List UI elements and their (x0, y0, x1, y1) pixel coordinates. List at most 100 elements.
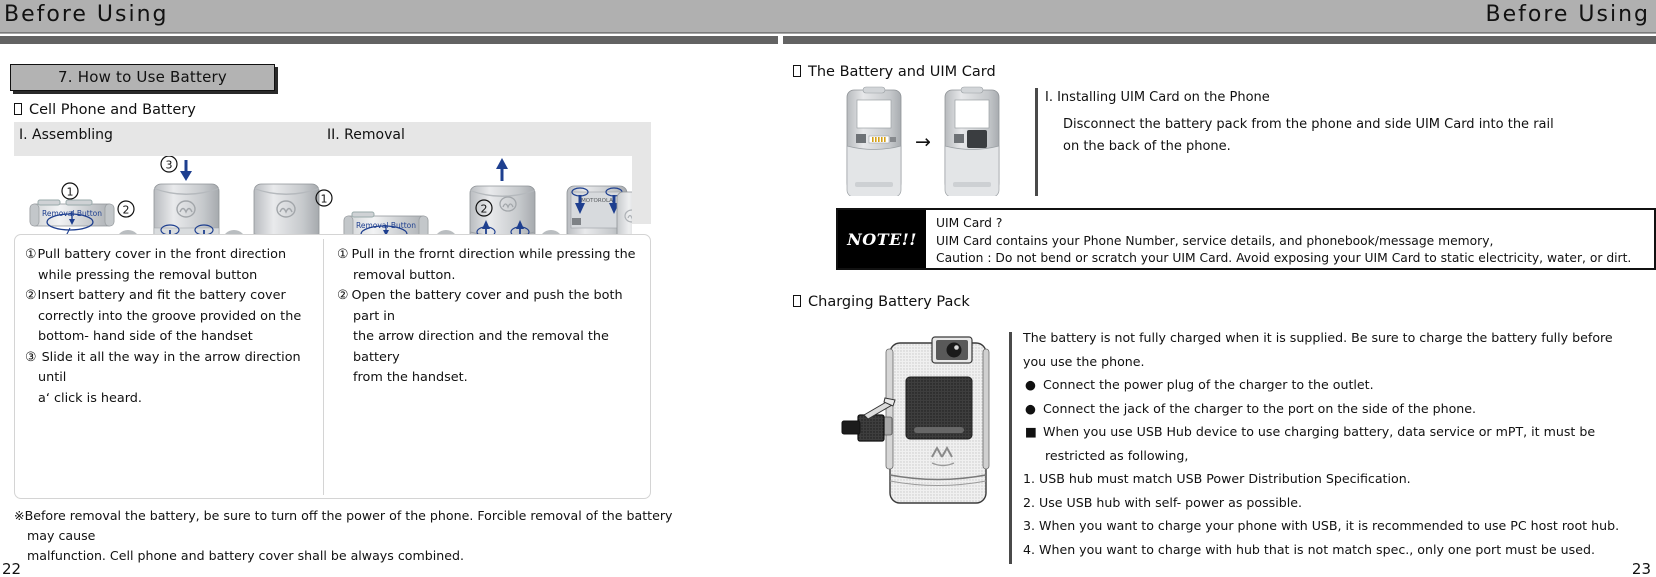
instructions-box: ①Pull battery cover in the front directi… (14, 234, 651, 499)
assembling-step: ①Pull battery cover in the front directi… (25, 245, 317, 286)
manual-page-spread: Before Using Before Using 7. How to Use … (0, 0, 1656, 577)
step-line: removal button. (353, 267, 456, 283)
callout-1-assembling: 1 (61, 182, 79, 200)
callout-2-assembling: 2 (117, 200, 135, 218)
note-body: UIM Card ? UIM Card contains your Phone … (926, 210, 1654, 268)
removal-step: ① Pull in the frornt direction while pres… (337, 245, 637, 286)
charging-bullet: ● Connect the jack of the charger to the … (1023, 397, 1648, 421)
step-line: correctly into the groove provided on th… (38, 308, 302, 324)
charging-numbered-item: 2. Use USB hub with self- power as possi… (1023, 494, 1302, 510)
right-page: The Battery and UIM Card → I. Installing… (783, 44, 1656, 577)
charging-text-rule (1009, 332, 1012, 564)
section-heading-text: Charging Battery Pack (808, 294, 970, 310)
uim-install-diagram: → (846, 86, 1000, 198)
assembling-steps-column: ①Pull battery cover in the front directi… (25, 245, 317, 409)
footnote: ※Before removal the battery, be sure to … (14, 506, 674, 566)
step-number: ① (25, 247, 37, 262)
header-rule-dark-left (0, 36, 778, 44)
svg-text:1: 1 (321, 193, 328, 206)
uim-body-line: Disconnect the battery pack from the pho… (1063, 117, 1554, 132)
note-line: UIM Card ? (936, 216, 1003, 230)
figure-label-assembling: I. Assembling (19, 127, 113, 143)
step-line: a‘ click is heard. (38, 390, 142, 406)
header-band (0, 0, 1656, 32)
step-line: the arrow direction and the removal the … (353, 329, 609, 365)
step-line: Slide it all the way in the arrow direct… (38, 349, 301, 386)
phone-with-uim (944, 86, 1000, 198)
header-rule-dark-right (783, 36, 1656, 44)
removal-steps-column: ① Pull in the frornt direction while pres… (337, 245, 637, 389)
callout-3-assembling: 3 (160, 156, 192, 181)
bullet-square-icon: ■ (1025, 424, 1037, 439)
charging-numbered-item: 4. When you want to charge with hub that… (1023, 541, 1595, 557)
charging-text-block: The battery is not fully charged when it… (1023, 326, 1648, 561)
figure-label-removal: II. Removal (327, 127, 405, 143)
uim-body-line: on the back of the phone. (1063, 139, 1231, 154)
transition-arrow-icon: → (915, 131, 931, 153)
step-number: ③ (25, 349, 37, 365)
bullet-box-icon (14, 103, 22, 115)
charging-numbered-item: 3. When you want to charge your phone wi… (1023, 518, 1620, 533)
header-title-left: Before Using (4, 2, 169, 27)
charging-phone-figure (828, 329, 1018, 569)
step-number: ② (25, 288, 37, 303)
charging-intro-line: you use the phone. (1023, 353, 1145, 369)
uim-body: Disconnect the battery pack from the pho… (1045, 114, 1645, 158)
uim-heading: I. Installing UIM Card on the Phone (1045, 90, 1270, 105)
charging-bullet-text: Connect the power plug of the charger to… (1043, 377, 1374, 392)
step-line: from the handset. (353, 370, 468, 385)
bullet-circle-icon: ● (1025, 400, 1036, 416)
section-heading-text: Cell Phone and Battery (29, 102, 196, 118)
step-line: bottom- hand side of the handset (38, 329, 253, 344)
left-page: 7. How to Use Battery Cell Phone and Bat… (0, 44, 780, 577)
phone-without-uim (846, 86, 902, 198)
svg-text:1: 1 (67, 186, 74, 199)
column-divider (323, 239, 324, 495)
step-line: Insert battery and fit the battery cover (37, 288, 286, 303)
step-number: ① (337, 247, 349, 262)
note-line: UIM Card contains your Phone Number, ser… (936, 233, 1494, 248)
assembling-step: ③ Slide it all the way in the arrow dire… (25, 348, 317, 410)
chapter-title-text: 7. How to Use Battery (58, 68, 227, 86)
charging-bullet: ● Connect the power plug of the charger t… (1023, 373, 1648, 397)
step-line: Pull battery cover in the front directio… (37, 247, 287, 262)
footnote-mark: ※ (14, 508, 25, 523)
section-heading-battery-and-uim-card: The Battery and UIM Card (793, 64, 996, 80)
step-line: Open the battery cover and push the both… (351, 288, 623, 324)
bullet-box-icon (793, 295, 801, 307)
removal-step: ② Open the battery cover and push the bot… (337, 286, 637, 389)
section-heading-cell-phone-and-battery: Cell Phone and Battery (14, 102, 196, 118)
charging-bullet-text: When you use USB Hub device to use charg… (1043, 424, 1596, 439)
step-number: ② (337, 288, 349, 303)
note-line: Caution : Do not bend or scratch your UI… (936, 251, 1632, 265)
uim-card-figures: → (843, 86, 1003, 198)
page-number-left: 22 (2, 560, 22, 577)
razr-phone-back (879, 336, 990, 504)
note-box: NOTE!! UIM Card ? UIM Card contains your… (836, 208, 1656, 270)
uim-text-block: I. Installing UIM Card on the Phone Disc… (1045, 88, 1645, 158)
charging-bullet: ■ When you use USB Hub device to use char… (1023, 420, 1648, 444)
charging-numbered-item: 1. USB hub must match USB Power Distribu… (1023, 471, 1411, 486)
step-line: while pressing the removal button (38, 267, 258, 283)
charging-illustration (841, 336, 990, 504)
section-heading-charging-battery-pack: Charging Battery Pack (793, 294, 970, 310)
step-line: Pull in the frornt direction while press… (351, 247, 636, 262)
page-number-right: 23 (1631, 560, 1651, 577)
charging-intro-line: The battery is not fully charged when it… (1023, 330, 1613, 345)
note-badge: NOTE!! (838, 210, 926, 268)
charging-bullet-text: Connect the jack of the charger to the p… (1043, 400, 1477, 416)
bullet-circle-icon: ● (1025, 377, 1036, 392)
footnote-line: malfunction. Cell phone and battery cove… (27, 548, 464, 563)
uim-text-rule (1035, 88, 1038, 196)
svg-text:2: 2 (123, 204, 130, 217)
chapter-title-box: 7. How to Use Battery (10, 64, 275, 91)
footnote-line: Before removal the battery, be sure to t… (24, 508, 673, 543)
svg-text:MOTOROLA: MOTOROLA (581, 198, 613, 204)
assembling-step: ②Insert battery and fit the battery cove… (25, 286, 317, 348)
svg-text:2: 2 (481, 203, 488, 216)
svg-text:3: 3 (166, 159, 173, 172)
phone-closed-top: Removal Button (29, 199, 115, 231)
section-heading-text: The Battery and UIM Card (808, 64, 996, 80)
header-rule-light (0, 32, 1656, 35)
bullet-box-icon (793, 65, 801, 77)
